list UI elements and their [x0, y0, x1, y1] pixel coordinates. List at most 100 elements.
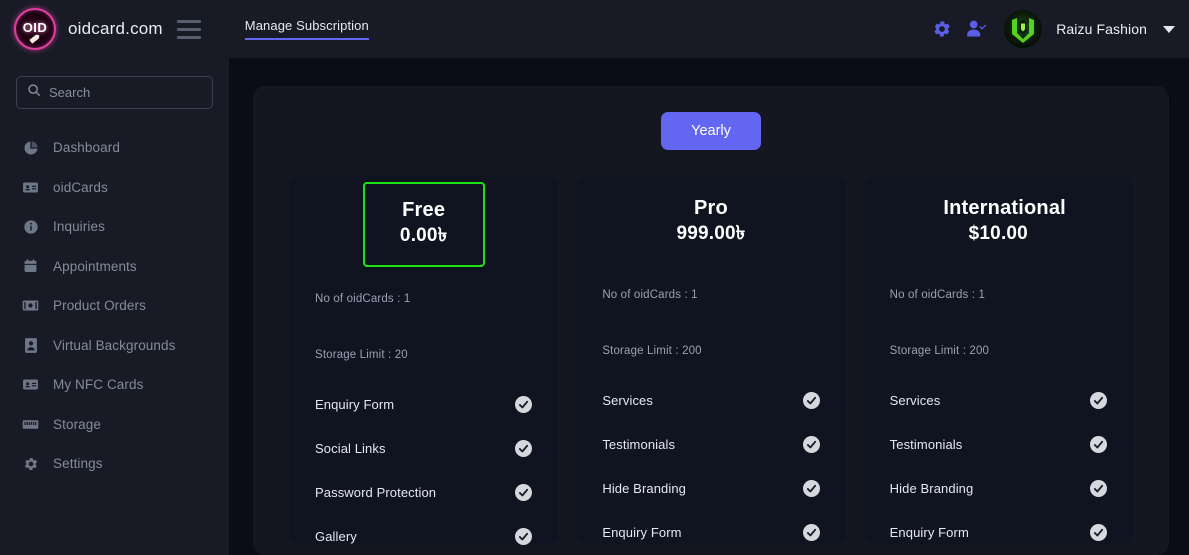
plan-price: 0.00৳	[399, 225, 448, 246]
sidebar-item-settings[interactable]: Settings	[16, 444, 213, 484]
nfc-card-icon	[22, 376, 39, 393]
oid-logo-icon[interactable]: OID	[14, 8, 56, 50]
feature-row: Enquiry Form	[890, 511, 1107, 555]
sidebar: Dashboard oidCards	[0, 58, 229, 555]
search-input[interactable]	[49, 85, 202, 100]
portrait-icon	[22, 337, 39, 354]
check-circle-icon	[802, 480, 820, 498]
brand-name: oidcard.com	[68, 19, 163, 38]
feature-row: Services	[602, 379, 820, 423]
plan-name: Pro	[694, 197, 728, 219]
check-circle-icon	[802, 524, 820, 542]
plan-cards-count: No of oidCards : 1	[602, 288, 698, 301]
header-actions: Raizu Fashion	[932, 10, 1175, 48]
hamburger-menu-icon[interactable]	[176, 19, 201, 39]
feature-row: Enquiry Form	[602, 511, 820, 555]
header-nav-tabs: Manage Subscription	[244, 0, 369, 58]
id-card-icon	[22, 179, 39, 196]
plan-storage-limit: Storage Limit : 200	[889, 344, 990, 357]
check-circle-icon	[1089, 480, 1107, 498]
tab-manage-subscription[interactable]: Manage Subscription	[244, 18, 369, 40]
brand[interactable]: OID oidcard.com	[14, 8, 163, 50]
sidebar-item-virtual-backgrounds[interactable]: Virtual Backgrounds	[16, 326, 213, 366]
sidebar-item-my-nfc-cards[interactable]: My NFC Cards	[16, 365, 213, 405]
plan-storage-limit: Storage Limit : 200	[602, 344, 702, 357]
feature-row: Services	[890, 379, 1107, 423]
feature-row: Hide Branding	[890, 467, 1107, 511]
billing-period-yearly-button[interactable]: Yearly	[661, 112, 761, 150]
sidebar-item-dashboard[interactable]: Dashboard	[16, 128, 213, 168]
feature-label: Services	[889, 393, 941, 409]
sidebar-item-label: Storage	[53, 416, 101, 432]
feature-row: Hide Branding	[602, 467, 820, 511]
plan-feature-list: Services Testimonials Hide Branding Enqu…	[890, 379, 1107, 555]
plan-cards-count: No of oidCards : 1	[889, 288, 986, 301]
plan-card-international[interactable]: International $10.00 No of oidCards : 1 …	[863, 176, 1133, 544]
sidebar-item-label: Appointments	[53, 258, 137, 274]
sidebar-item-label: My NFC Cards	[53, 377, 144, 393]
plan-storage-limit: Storage Limit : 20	[315, 348, 408, 361]
search-icon	[27, 83, 41, 102]
sidebar-item-storage[interactable]: Storage	[16, 405, 213, 445]
hamburger-line	[176, 35, 201, 39]
feature-label: Social Links	[315, 441, 386, 457]
info-circle-icon	[22, 219, 39, 235]
app-root: OID oidcard.com Manage Subscription Raiz…	[0, 0, 1189, 555]
check-circle-icon	[1089, 392, 1107, 410]
plan-header: International $10.00	[937, 182, 1066, 263]
plan-list: Free 0.00৳ No of oidCards : 1 Storage Li…	[289, 176, 1133, 546]
feature-label: Enquiry Form	[315, 397, 395, 413]
plan-cards-count: No of oidCards : 1	[315, 292, 411, 305]
check-circle-icon	[802, 392, 820, 410]
feature-label: Enquiry Form	[602, 525, 682, 541]
logo-text: OID	[22, 19, 48, 35]
feature-row: Password Protection	[315, 471, 533, 515]
top-header: OID oidcard.com Manage Subscription Raiz…	[0, 0, 1189, 58]
billing-toggle-row: Yearly	[289, 112, 1133, 150]
sidebar-item-label: Product Orders	[53, 298, 146, 314]
check-circle-icon	[1089, 524, 1107, 542]
sidebar-item-oidcards[interactable]: oidCards	[16, 168, 213, 208]
gear-icon[interactable]	[932, 19, 952, 39]
chevron-down-icon[interactable]	[1163, 25, 1175, 33]
sidebar-item-appointments[interactable]: Appointments	[16, 247, 213, 287]
sidebar-item-label: Inquiries	[53, 219, 105, 235]
app-body: Dashboard oidCards	[0, 58, 1189, 555]
feature-label: Hide Branding	[602, 481, 687, 497]
pie-chart-icon	[22, 140, 39, 156]
sidebar-item-label: Dashboard	[53, 140, 120, 156]
sidebar-item-label: Settings	[53, 456, 103, 472]
feature-label: Testimonials	[889, 437, 963, 453]
check-circle-icon	[1089, 436, 1107, 454]
sidebar-item-inquiries[interactable]: Inquiries	[16, 207, 213, 247]
feature-label: Services	[602, 393, 653, 409]
feature-row: Testimonials	[602, 423, 820, 467]
plan-header: Free 0.00৳	[362, 182, 485, 267]
plan-name: International	[943, 197, 1066, 219]
user-avatar-image[interactable]	[1004, 10, 1043, 48]
feature-row: Gallery	[315, 515, 533, 555]
gear-icon	[22, 456, 39, 472]
feature-label: Enquiry Form	[889, 525, 969, 541]
check-circle-icon	[515, 528, 533, 546]
feature-label: Password Protection	[315, 485, 437, 501]
feature-label: Testimonials	[602, 437, 676, 453]
check-circle-icon	[802, 436, 820, 454]
plan-feature-list: Enquiry Form Social Links Password Prote…	[315, 383, 533, 555]
plan-price: $10.00	[968, 223, 1028, 244]
check-circle-icon	[515, 484, 533, 502]
hamburger-line	[176, 19, 201, 23]
feature-row: Social Links	[315, 427, 533, 471]
sidebar-item-product-orders[interactable]: Product Orders	[16, 286, 213, 326]
plan-card-pro[interactable]: Pro 999.00৳ No of oidCards : 1 Storage L…	[576, 176, 846, 544]
sidebar-item-label: oidCards	[53, 179, 108, 195]
plan-header: Pro 999.00৳	[650, 182, 772, 263]
user-check-icon[interactable]	[966, 19, 988, 39]
check-circle-icon	[515, 396, 533, 414]
plan-feature-list: Services Testimonials Hide Branding Enqu…	[602, 379, 820, 555]
feature-label: Gallery	[315, 529, 357, 545]
search-box[interactable]	[16, 76, 213, 109]
feature-row: Enquiry Form	[315, 383, 533, 427]
hamburger-line	[176, 27, 201, 31]
plan-card-free[interactable]: Free 0.00৳ No of oidCards : 1 Storage Li…	[289, 176, 559, 546]
